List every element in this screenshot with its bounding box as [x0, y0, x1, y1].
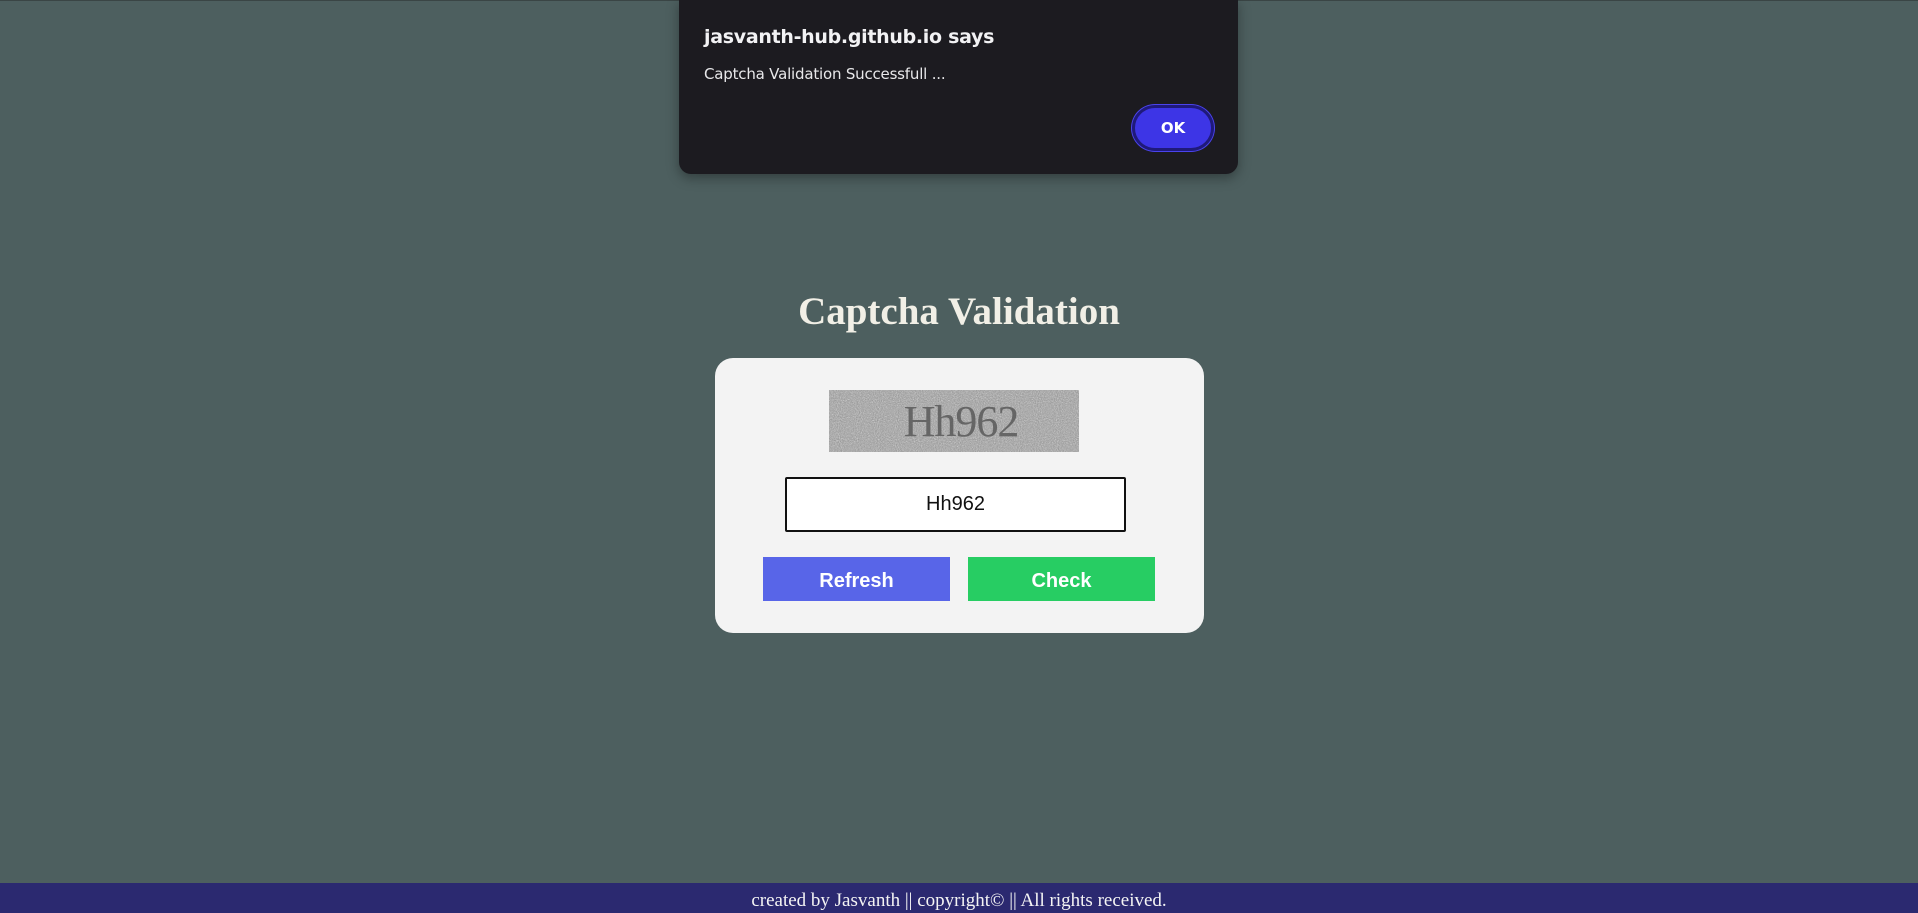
captcha-image: Hh962: [829, 390, 1079, 452]
dialog-title: jasvanth-hub.github.io says: [704, 26, 995, 48]
check-button[interactable]: Check: [968, 557, 1155, 601]
dialog-ok-button[interactable]: OK: [1132, 105, 1214, 151]
alert-dialog: jasvanth-hub.github.io says Captcha Vali…: [679, 0, 1238, 174]
footer-text: created by Jasvanth || copyright© || All…: [751, 890, 1167, 911]
refresh-button[interactable]: Refresh: [763, 557, 950, 601]
page-title: Captcha Validation: [798, 290, 1120, 333]
footer: created by Jasvanth || copyright© || All…: [0, 883, 1918, 913]
captcha-code-text: Hh962: [903, 396, 1020, 446]
captcha-input[interactable]: [785, 477, 1126, 532]
captcha-card: Hh962 Refresh Check: [715, 358, 1204, 633]
dialog-message: Captcha Validation Successfull ...: [704, 65, 946, 83]
